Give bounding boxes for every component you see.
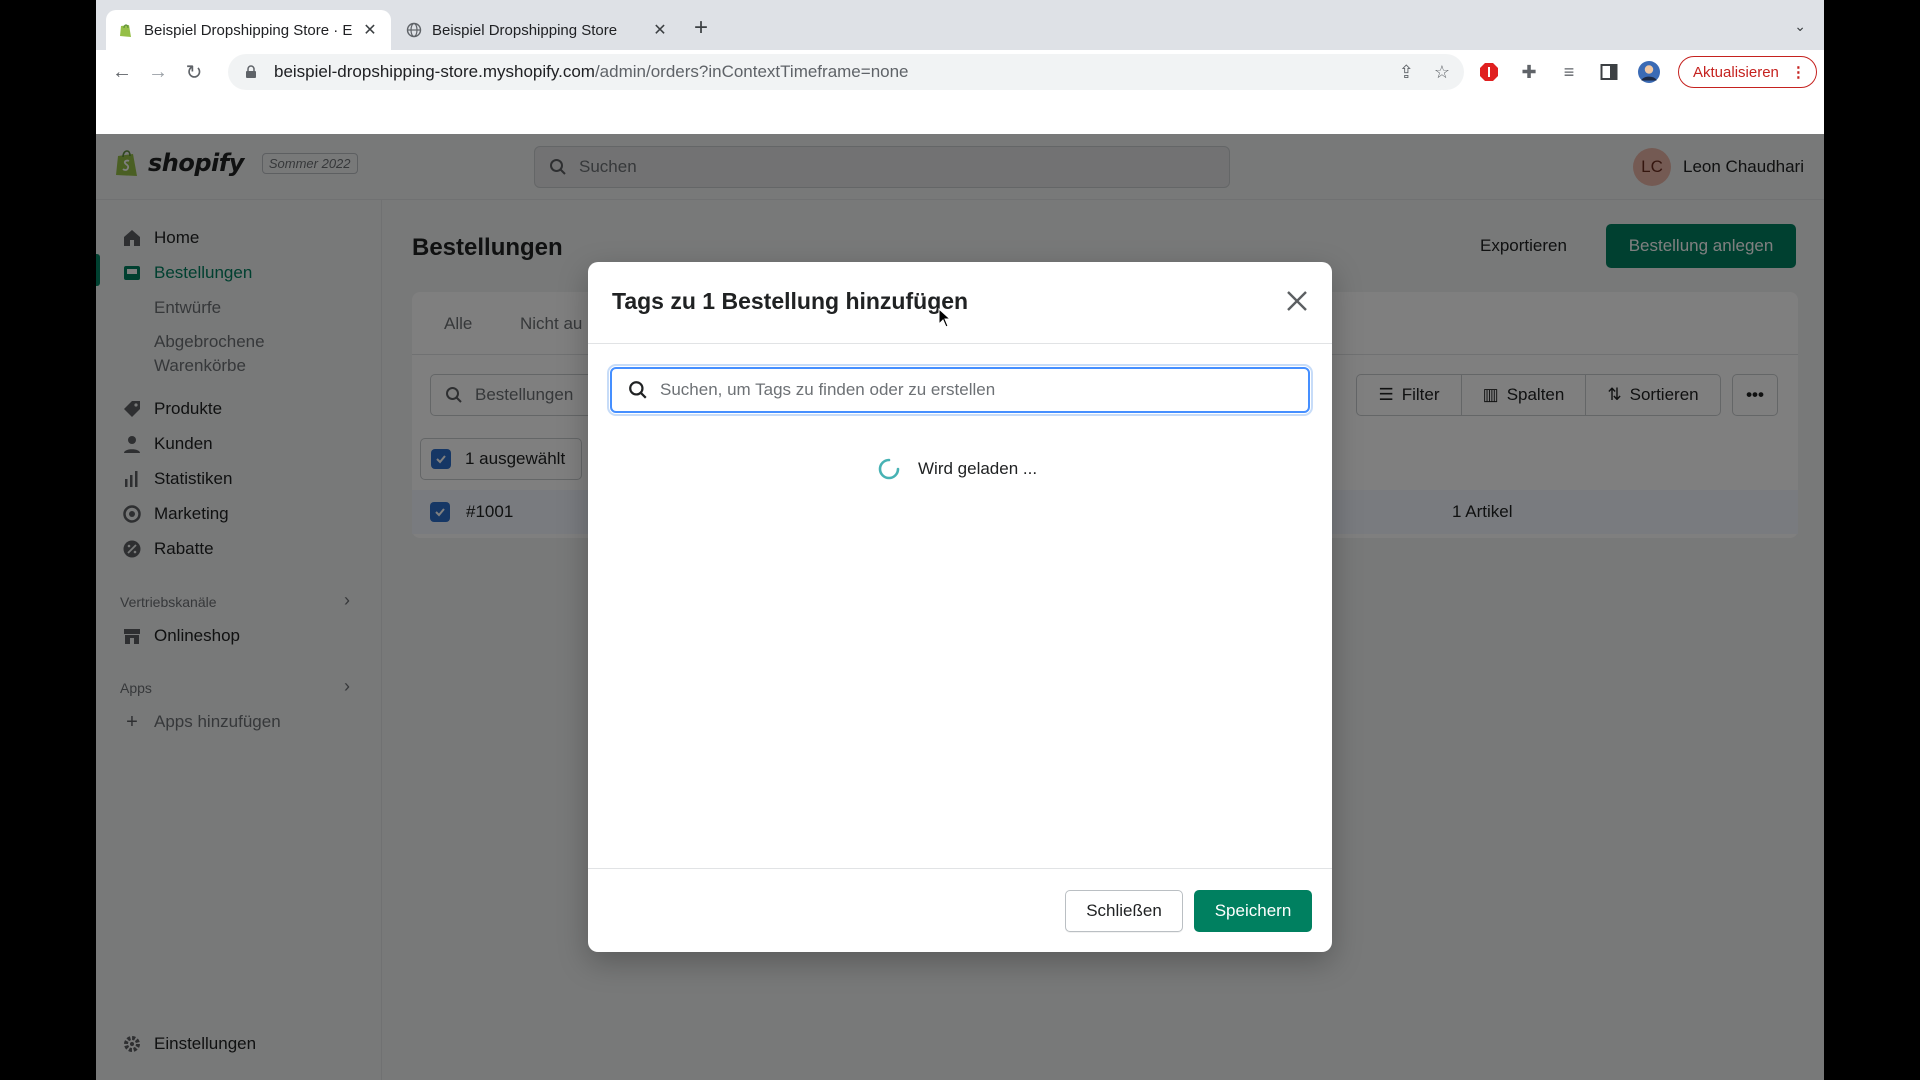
side-panel-icon[interactable] xyxy=(1598,61,1620,83)
mouse-cursor-icon xyxy=(938,308,952,328)
browser-tab[interactable]: Beispiel Dropshipping Store ✕ xyxy=(394,10,681,50)
close-icon[interactable] xyxy=(1284,288,1310,314)
extensions-puzzle-icon[interactable]: ✚ xyxy=(1518,61,1540,83)
tab-title: Beispiel Dropshipping Store xyxy=(432,21,618,39)
page-spacer xyxy=(96,94,1824,134)
bookmark-star-icon[interactable]: ☆ xyxy=(1434,62,1450,83)
divider xyxy=(588,343,1332,344)
globe-icon xyxy=(406,22,422,38)
tab-title: Beispiel Dropshipping Store · E xyxy=(144,21,353,39)
browser-tab-bar: Beispiel Dropshipping Store · E ✕ Beispi… xyxy=(96,0,1824,50)
search-icon xyxy=(629,381,647,399)
tag-search-input[interactable] xyxy=(660,380,1260,400)
modal-title: Tags zu 1 Bestellung hinzufügen xyxy=(612,288,969,314)
close-button[interactable]: Schließen xyxy=(1065,890,1183,932)
reload-icon[interactable]: ↻ xyxy=(178,56,210,88)
browser-tab-active[interactable]: Beispiel Dropshipping Store · E ✕ xyxy=(106,10,391,50)
screen: Beispiel Dropshipping Store · E ✕ Beispi… xyxy=(96,0,1824,1080)
profile-avatar-icon[interactable] xyxy=(1638,61,1660,83)
lock-icon xyxy=(246,65,256,78)
tab-search-chevron-icon[interactable]: ⌄ xyxy=(1794,18,1806,35)
update-label: Aktualisieren xyxy=(1693,63,1779,81)
close-tab-icon[interactable]: ✕ xyxy=(651,20,669,40)
media-queue-icon[interactable]: ≡ xyxy=(1558,61,1580,83)
tag-search-field[interactable] xyxy=(607,364,1313,416)
share-icon[interactable]: ⇪ xyxy=(1399,62,1414,83)
new-tab-icon[interactable]: + xyxy=(694,16,708,40)
loading-indicator: Wird geladen ... xyxy=(878,458,1037,480)
spinner-icon xyxy=(878,458,900,480)
add-tags-modal: Tags zu 1 Bestellung hinzufügen Wird gel… xyxy=(588,262,1332,952)
loading-text: Wird geladen ... xyxy=(918,459,1038,478)
divider xyxy=(588,868,1332,869)
update-button[interactable]: Aktualisieren ⋮ xyxy=(1678,56,1817,88)
url-host: beispiel-dropshipping-store.myshopify.co… xyxy=(274,62,595,81)
save-button[interactable]: Speichern xyxy=(1194,890,1312,932)
url-path: /admin/orders?inContextTimeframe=none xyxy=(594,62,909,81)
more-vert-icon: ⋮ xyxy=(1790,64,1806,81)
shopify-favicon-icon xyxy=(120,24,131,37)
browser-toolbar: ← → ↻ beispiel-dropshipping-store.myshop… xyxy=(96,50,1824,94)
back-icon[interactable]: ← xyxy=(106,56,138,88)
close-tab-icon[interactable]: ✕ xyxy=(361,20,379,40)
adblock-extension-icon[interactable] xyxy=(1478,61,1500,83)
forward-icon[interactable]: → xyxy=(142,56,174,88)
address-bar[interactable]: beispiel-dropshipping-store.myshopify.co… xyxy=(228,54,1464,90)
